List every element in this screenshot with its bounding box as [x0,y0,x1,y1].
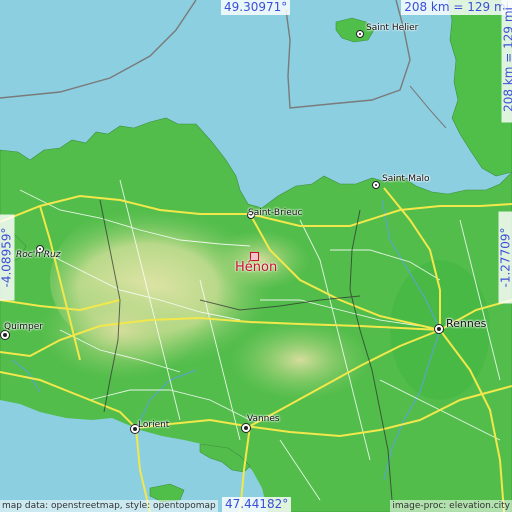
east-longitude-label: -1.27709° [498,211,512,304]
scale-label-horizontal: 208 km = 129 mi [401,0,512,15]
southern-uplands [230,320,370,400]
saint-helier-label: Saint Helier [366,23,419,33]
rennes-dot [434,324,444,334]
quimper-label: Quimper [4,322,44,332]
vannes-dot [241,423,251,433]
location-label: Hénon [235,260,278,275]
rennes-label: Rennes [446,317,487,330]
map-view[interactable]: Saint Helier Saint-Malo Saint-Brieuc Roc… [0,0,512,512]
south-latitude-label: 47.44182° [222,497,292,512]
saint-brieuc-label: Saint-Brieuc [248,208,303,218]
saint-helier-dot [356,30,364,38]
image-attribution: image-proc: elevation.city [390,500,512,512]
north-latitude-label: 49.30971° [221,0,291,15]
map-attribution: map data: openstreetmap, style: opentopo… [0,500,218,512]
vannes-label: Vannes [247,414,280,424]
saint-malo-dot [372,181,380,189]
saint-malo-label: Saint-Malo [382,174,430,184]
scale-label-vertical: 208 km = 129 mi [501,0,512,123]
roch-ruz-label: Roc'h Ruz [16,250,61,260]
lorient-label: Lorient [138,420,170,430]
west-longitude-label: -4.08959° [0,214,15,301]
